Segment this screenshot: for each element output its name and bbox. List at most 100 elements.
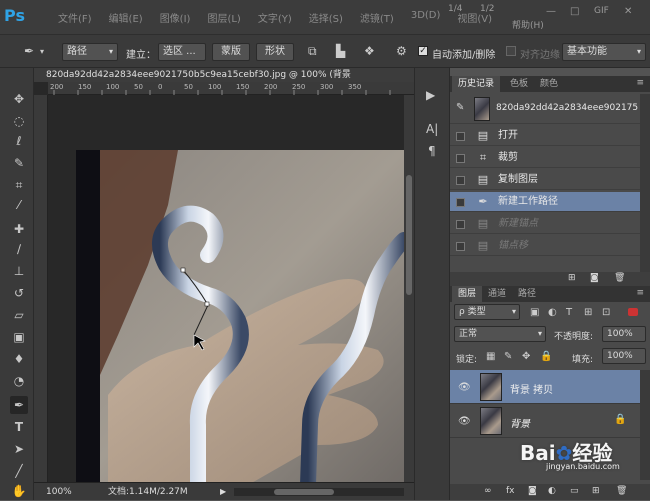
horizontal-scrollbar[interactable] <box>234 488 404 496</box>
link-layers-icon[interactable]: ∞ <box>484 486 492 496</box>
move-tool-icon[interactable]: ✥ <box>10 90 28 108</box>
add-mask-icon[interactable]: ◙ <box>528 486 537 496</box>
menu-image[interactable]: 图像(I) <box>160 10 191 25</box>
history-item[interactable]: ▤ 复制图层 <box>450 170 640 190</box>
gear-icon[interactable]: ⚙ <box>396 44 407 58</box>
eyedropper-tool-icon[interactable]: ⁄ <box>10 196 28 214</box>
play-icon[interactable]: ▶ <box>220 483 226 501</box>
history-scrollbar[interactable] <box>640 94 650 280</box>
document-tab[interactable]: 820da92dd42a2834eee9021750b5c9ea15cebf30… <box>34 68 414 82</box>
tool-preset-chevron-icon[interactable]: ▾ <box>40 45 44 59</box>
new-document-from-state-icon[interactable]: ⊞ <box>568 273 576 283</box>
line-tool-icon[interactable]: ╱ <box>10 462 28 480</box>
menu-help[interactable]: 帮助(H) <box>512 18 544 31</box>
tab-channels[interactable]: 通道 <box>482 286 512 302</box>
eye-icon[interactable]: 👁 <box>458 416 471 427</box>
type-tool-icon[interactable]: T <box>10 418 28 436</box>
fill-input[interactable]: 100% <box>602 348 646 364</box>
adjustment-layer-icon[interactable]: ◐ <box>548 486 556 496</box>
lock-image-icon[interactable]: ✎ <box>504 350 512 364</box>
mask-button[interactable]: 蒙版 <box>212 43 250 61</box>
opacity-input[interactable]: 100% <box>602 326 646 342</box>
fx-icon[interactable]: fx <box>506 486 515 496</box>
stamp-tool-icon[interactable]: ⊥ <box>10 262 28 280</box>
layers-scrollbar[interactable] <box>640 370 650 480</box>
menu-file[interactable]: 文件(F) <box>58 10 92 25</box>
eye-icon[interactable]: 👁 <box>458 382 471 393</box>
auto-add-checkbox[interactable]: ✓ <box>418 46 428 56</box>
path-alignment-icon[interactable]: ▙ <box>336 44 345 58</box>
tab-swatches[interactable]: 色板 <box>504 76 534 92</box>
scroll-thumb[interactable] <box>274 489 334 495</box>
history-checkbox[interactable] <box>456 176 465 185</box>
camera-icon[interactable]: ◙ <box>590 273 599 283</box>
lock-all-icon[interactable]: 🔒 <box>540 350 552 364</box>
dodge-tool-icon[interactable]: ◔ <box>10 372 28 390</box>
filter-smart-object-icon[interactable]: ⊡ <box>602 306 610 320</box>
eraser-tool-icon[interactable]: ▱ <box>10 306 28 324</box>
tab-color[interactable]: 颜色 <box>534 76 564 92</box>
history-item[interactable]: ▤ 新建锚点 <box>450 214 640 234</box>
zoom-level[interactable]: 100% <box>46 483 72 501</box>
marquee-tool-icon[interactable]: ◌ <box>10 112 28 130</box>
menu-filter[interactable]: 滤镜(T) <box>360 10 394 25</box>
history-checkbox[interactable] <box>456 220 465 229</box>
filter-toggle[interactable] <box>628 308 638 316</box>
selection-button[interactable]: 选区 ... <box>158 43 206 61</box>
hand-tool-icon[interactable]: ✋ <box>10 482 28 500</box>
history-item[interactable]: ▤ 打开 <box>450 126 640 146</box>
tab-history[interactable]: 历史记录 <box>452 76 501 92</box>
history-snapshot[interactable]: ✎ 820da92dd42a2834eee902175 <box>450 94 640 124</box>
mode-select[interactable]: 路径 ▾ <box>62 43 118 61</box>
brush-tool-icon[interactable]: ∕ <box>10 240 28 258</box>
workspace-select[interactable]: 基本功能 ▾ <box>562 43 646 61</box>
history-checkbox[interactable] <box>456 154 465 163</box>
history-checkbox[interactable] <box>456 242 465 251</box>
lasso-tool-icon[interactable]: ℓ <box>10 132 28 150</box>
pen-tool-icon[interactable]: ✒ <box>24 44 34 58</box>
minimize-icon[interactable]: — <box>546 6 556 17</box>
actions-play-icon[interactable]: ▶ <box>426 88 435 102</box>
tab-layers[interactable]: 图层 <box>452 286 483 302</box>
character-panel-icon[interactable]: A| <box>426 122 438 136</box>
layer-row[interactable]: 👁 背景 🔒 <box>450 404 640 438</box>
menu-layer[interactable]: 图层(L) <box>207 10 240 25</box>
shape-button[interactable]: 形状 <box>256 43 294 61</box>
blur-tool-icon[interactable]: ♦ <box>10 350 28 368</box>
panel-menu-icon[interactable]: ≡ <box>636 288 644 298</box>
filter-adjustment-icon[interactable]: ◐ <box>548 306 557 320</box>
history-item[interactable]: ⌗ 裁剪 <box>450 148 640 168</box>
lock-transparency-icon[interactable]: ▦ <box>486 350 495 364</box>
path-operations-icon[interactable]: ⧉ <box>308 44 317 58</box>
trash-icon[interactable]: 🗑 <box>614 273 625 283</box>
filter-pixel-icon[interactable]: ▣ <box>530 306 539 320</box>
panel-menu-icon[interactable]: ≡ <box>636 78 644 88</box>
scroll-thumb[interactable] <box>406 175 412 295</box>
filter-shape-icon[interactable]: ⊞ <box>584 306 592 320</box>
history-checkbox[interactable] <box>456 132 465 141</box>
pen-tool-icon[interactable]: ✒ <box>10 396 28 414</box>
paragraph-panel-icon[interactable]: ¶ <box>428 144 436 158</box>
canvas[interactable] <box>48 95 404 485</box>
gradient-tool-icon[interactable]: ▣ <box>10 328 28 346</box>
menu-3d[interactable]: 3D(D) <box>411 10 441 25</box>
menu-type[interactable]: 文字(Y) <box>258 10 292 25</box>
path-arrangement-icon[interactable]: ❖ <box>364 44 375 58</box>
filter-type-icon[interactable]: T <box>566 306 572 320</box>
menu-select[interactable]: 选择(S) <box>309 10 343 25</box>
history-item-selected[interactable]: ✒ 新建工作路径 <box>450 192 640 212</box>
layer-row-selected[interactable]: 👁 背景 拷贝 <box>450 370 640 404</box>
menu-edit[interactable]: 编辑(E) <box>109 10 143 25</box>
path-select-tool-icon[interactable]: ➤ <box>10 440 28 458</box>
group-folder-icon[interactable]: ▭ <box>570 486 579 496</box>
restore-icon[interactable]: □ <box>570 6 579 17</box>
history-item[interactable]: ▤ 锚点移 <box>450 236 640 256</box>
crop-tool-icon[interactable]: ⌗ <box>10 176 28 194</box>
blend-mode-select[interactable]: 正常 ▾ <box>454 326 546 342</box>
align-edges-checkbox[interactable] <box>506 46 516 56</box>
healing-brush-tool-icon[interactable]: ✚ <box>10 220 28 238</box>
tab-paths[interactable]: 路径 <box>512 286 542 302</box>
close-icon[interactable]: ✕ <box>624 6 632 17</box>
layer-filter-select[interactable]: ρ 类型 ▾ <box>454 304 520 320</box>
trash-icon[interactable]: 🗑 <box>616 486 627 496</box>
